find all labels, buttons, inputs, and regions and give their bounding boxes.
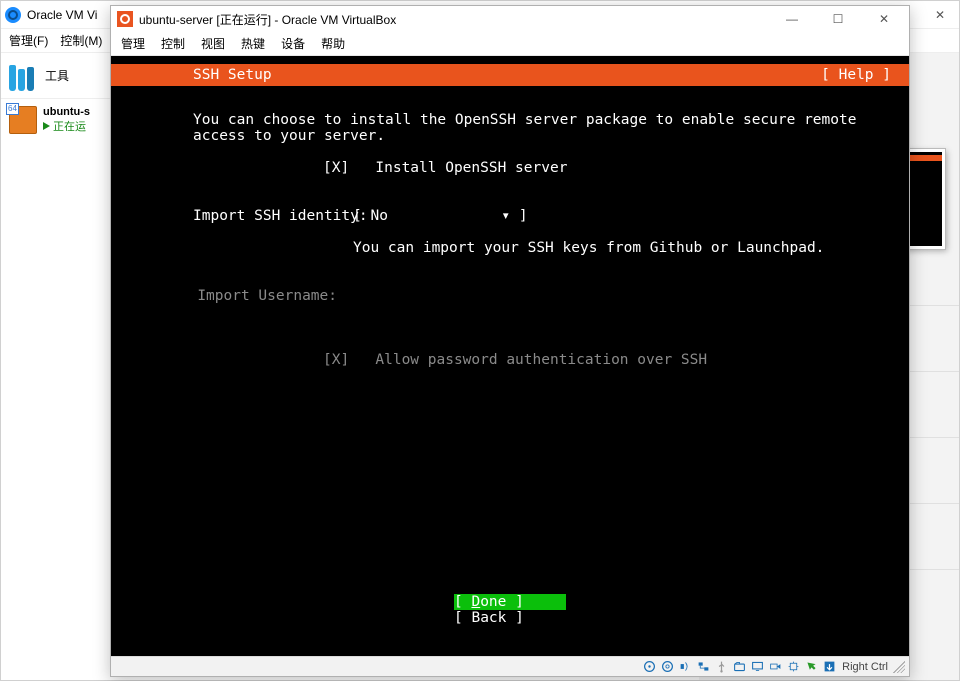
menu-manage[interactable]: 管理(F) bbox=[9, 32, 48, 49]
menu-control[interactable]: 控制(M) bbox=[60, 32, 102, 49]
outer-window-title: Oracle VM Vi bbox=[27, 8, 97, 22]
vm-state: 正在运 bbox=[43, 118, 90, 134]
cpu-icon[interactable] bbox=[786, 659, 801, 674]
installer-footer: [ Done ] [ Back ] bbox=[111, 594, 909, 626]
ubuntu-os-icon bbox=[9, 106, 37, 134]
tools-icon bbox=[9, 61, 39, 91]
vm-menubar: 管理 控制 视图 热键 设备 帮助 bbox=[111, 32, 909, 56]
desc-line1: You can choose to install the OpenSSH se… bbox=[193, 112, 856, 128]
keyboard-capture-icon[interactable] bbox=[822, 659, 837, 674]
sidebar-tools-row[interactable]: 工具 bbox=[1, 53, 111, 99]
minimize-button[interactable]: — bbox=[769, 7, 815, 31]
import-hint: You can import your SSH keys from Github… bbox=[353, 240, 824, 256]
menu-manage[interactable]: 管理 bbox=[121, 35, 145, 52]
vm-titlebar[interactable]: ubuntu-server [正在运行] - Oracle VM Virtual… bbox=[111, 6, 909, 32]
import-identity-label: Import SSH identity: bbox=[193, 208, 353, 224]
installer-title: SSH Setup bbox=[193, 67, 272, 83]
help-button[interactable]: [ Help ] bbox=[821, 67, 891, 83]
installer-header: SSH Setup [ Help ] bbox=[111, 64, 909, 86]
virtualbox-logo-icon bbox=[5, 7, 21, 23]
close-button[interactable]: ✕ bbox=[861, 7, 907, 31]
desc-line2: access to your server. bbox=[193, 128, 385, 144]
menu-help[interactable]: 帮助 bbox=[321, 35, 345, 52]
import-identity-select[interactable]: [ No ▾ ] bbox=[353, 208, 528, 224]
audio-icon[interactable] bbox=[678, 659, 693, 674]
vm-window-title: ubuntu-server [正在运行] - Oracle VM Virtual… bbox=[139, 11, 396, 28]
vm-sidebar: 工具 ubuntu-s 正在运 bbox=[1, 53, 111, 680]
import-username-label: Import Username: bbox=[193, 288, 353, 304]
display-icon[interactable] bbox=[750, 659, 765, 674]
done-button[interactable]: [ Done ] bbox=[454, 594, 566, 610]
menu-hotkeys[interactable]: 热键 bbox=[241, 35, 265, 52]
host-key-label: Right Ctrl bbox=[842, 661, 888, 673]
vm-statusbar: Right Ctrl bbox=[111, 656, 909, 676]
maximize-button[interactable]: ☐ bbox=[815, 7, 861, 31]
menu-devices[interactable]: 设备 bbox=[281, 35, 305, 52]
ubuntu-icon bbox=[117, 11, 133, 27]
shared-folders-icon[interactable] bbox=[732, 659, 747, 674]
resize-grip-icon[interactable] bbox=[893, 661, 905, 673]
vm-guest-window: ubuntu-server [正在运行] - Oracle VM Virtual… bbox=[110, 5, 910, 677]
allow-password-auth-checkbox[interactable]: [X] Allow password authentication over S… bbox=[193, 352, 707, 368]
tools-label: 工具 bbox=[45, 67, 69, 84]
usb-icon[interactable] bbox=[714, 659, 729, 674]
menu-view[interactable]: 视图 bbox=[201, 35, 225, 52]
menu-control[interactable]: 控制 bbox=[161, 35, 185, 52]
back-button[interactable]: [ Back ] bbox=[454, 610, 566, 626]
outer-close-button[interactable]: ✕ bbox=[925, 4, 955, 26]
recording-icon[interactable] bbox=[768, 659, 783, 674]
vm-name: ubuntu-s bbox=[43, 106, 90, 118]
mouse-integration-icon[interactable] bbox=[804, 659, 819, 674]
network-icon[interactable] bbox=[696, 659, 711, 674]
install-openssh-checkbox[interactable]: [X] Install OpenSSH server bbox=[193, 160, 567, 176]
installer-body: You can choose to install the OpenSSH se… bbox=[111, 86, 909, 368]
sidebar-vm-item[interactable]: ubuntu-s 正在运 bbox=[1, 99, 111, 141]
optical-drive-icon[interactable] bbox=[660, 659, 675, 674]
guest-console[interactable]: SSH Setup [ Help ] You can choose to ins… bbox=[111, 56, 909, 656]
hard-disk-icon[interactable] bbox=[642, 659, 657, 674]
running-arrow-icon bbox=[43, 122, 50, 130]
